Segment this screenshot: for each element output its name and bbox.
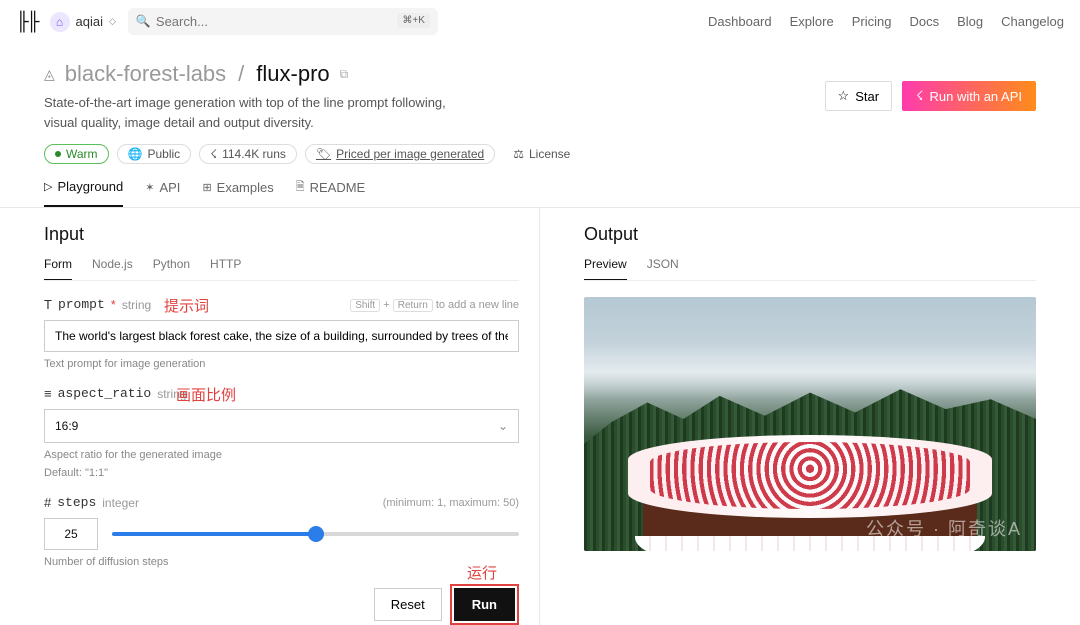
run-with-api-button[interactable]: ☇Run with an API bbox=[902, 81, 1036, 111]
nav-blog[interactable]: Blog bbox=[957, 14, 983, 29]
avatar-icon: ⌂ bbox=[50, 12, 70, 32]
shortcut-hint: ⌘+K bbox=[397, 13, 430, 28]
bolt-icon: ☇ bbox=[210, 147, 217, 161]
model-subtitle: State-of-the-art image generation with t… bbox=[44, 93, 464, 132]
field-prompt: T prompt* string Shift + Return to add a… bbox=[44, 297, 519, 370]
prompt-help: Text prompt for image generation bbox=[44, 358, 519, 370]
nav-explore[interactable]: Explore bbox=[790, 14, 834, 29]
output-tab-preview[interactable]: Preview bbox=[584, 257, 627, 280]
run-button[interactable]: Run bbox=[454, 588, 515, 621]
text-type-icon: T bbox=[44, 297, 52, 312]
tab-examples[interactable]: ⊞Examples bbox=[202, 178, 273, 207]
badge-runs: ☇114.4K runs bbox=[199, 144, 297, 164]
slider-thumb[interactable] bbox=[308, 526, 324, 542]
aspect-help: Aspect ratio for the generated image bbox=[44, 449, 519, 461]
tab-api[interactable]: ✶API bbox=[145, 178, 180, 207]
badge-warm: Warm bbox=[44, 144, 109, 164]
field-name: steps bbox=[57, 495, 96, 510]
output-tabs: Preview JSON bbox=[584, 257, 1036, 281]
output-image[interactable]: 公众号 · 阿奇谈A bbox=[584, 297, 1036, 551]
chevron-down-icon: ◇ bbox=[109, 16, 116, 27]
org-icon: ◬ bbox=[44, 66, 55, 83]
prompt-input[interactable] bbox=[44, 320, 519, 352]
scale-icon: ⚖ bbox=[513, 147, 524, 161]
grid-icon: ⊞ bbox=[202, 181, 211, 194]
badge-license[interactable]: ⚖License bbox=[503, 145, 580, 163]
steps-help: Number of diffusion steps bbox=[44, 556, 519, 568]
model-name: flux-pro bbox=[256, 61, 329, 87]
aspect-ratio-select[interactable]: 16:9 ⌄ bbox=[44, 409, 519, 443]
steps-slider[interactable] bbox=[112, 522, 519, 546]
topbar: ╟╟ ⌂ aqiai ◇ 🔍 ⌘+K Dashboard Explore Pri… bbox=[0, 0, 1080, 43]
code-tab-nodejs[interactable]: Node.js bbox=[92, 257, 133, 280]
field-name: aspect_ratio bbox=[58, 386, 152, 401]
steps-value[interactable]: 25 bbox=[44, 518, 98, 550]
play-icon: ▷ bbox=[44, 180, 52, 193]
number-type-icon: # bbox=[44, 495, 51, 510]
field-type: string bbox=[122, 298, 151, 312]
search-box[interactable]: 🔍 ⌘+K bbox=[128, 8, 438, 35]
badge-pricing[interactable]: 🏷Priced per image generated bbox=[305, 144, 495, 164]
nav-pricing[interactable]: Pricing bbox=[852, 14, 892, 29]
top-nav: Dashboard Explore Pricing Docs Blog Chan… bbox=[708, 14, 1064, 29]
globe-icon: 🌐 bbox=[128, 147, 143, 161]
wand-icon: ✶ bbox=[145, 181, 154, 194]
search-icon: 🔍 bbox=[136, 14, 151, 28]
nav-changelog[interactable]: Changelog bbox=[1001, 14, 1064, 29]
code-tab-http[interactable]: HTTP bbox=[210, 257, 241, 280]
user-menu[interactable]: ⌂ aqiai ◇ bbox=[50, 12, 116, 32]
code-tab-python[interactable]: Python bbox=[153, 257, 190, 280]
input-panel: Input Form Node.js Python HTTP T prompt*… bbox=[0, 208, 540, 625]
site-logo[interactable]: ╟╟ bbox=[16, 11, 38, 32]
newline-hint: Shift + Return to add a new line bbox=[350, 299, 519, 311]
reset-button[interactable]: Reset bbox=[374, 588, 442, 621]
field-type: string bbox=[157, 387, 186, 401]
username: aqiai bbox=[76, 14, 103, 29]
model-header: ◬ black-forest-labs / flux-pro ⧉ State-o… bbox=[0, 43, 1080, 164]
star-icon: ☆ bbox=[838, 88, 850, 104]
chevron-down-icon: ⌄ bbox=[498, 419, 508, 433]
tab-playground[interactable]: ▷Playground bbox=[44, 178, 123, 207]
field-type: integer bbox=[102, 496, 139, 510]
field-name: prompt bbox=[58, 297, 105, 312]
copy-icon[interactable]: ⧉ bbox=[340, 67, 349, 82]
run-highlight-box: Run bbox=[450, 584, 519, 625]
aspect-default: Default: "1:1" bbox=[44, 467, 519, 479]
output-panel: Output Preview JSON 公众号 · 阿奇谈A bbox=[540, 208, 1080, 625]
badge-public: 🌐Public bbox=[117, 144, 192, 164]
doc-icon: 🗎 bbox=[296, 178, 305, 197]
tab-readme[interactable]: 🗎README bbox=[296, 178, 365, 207]
nav-docs[interactable]: Docs bbox=[909, 14, 939, 29]
owner-link[interactable]: black-forest-labs bbox=[65, 61, 226, 87]
watermark: 公众号 · 阿奇谈A bbox=[866, 515, 1022, 541]
select-value: 16:9 bbox=[55, 419, 78, 433]
tag-icon: 🏷 bbox=[316, 147, 331, 161]
code-tab-form[interactable]: Form bbox=[44, 257, 72, 280]
output-tab-json[interactable]: JSON bbox=[647, 257, 679, 280]
field-aspect-ratio: ≡ aspect_ratio string 画面比例 16:9 ⌄ Aspect… bbox=[44, 386, 519, 479]
list-type-icon: ≡ bbox=[44, 386, 52, 401]
star-button[interactable]: ☆Star bbox=[825, 81, 893, 111]
output-heading: Output bbox=[584, 224, 1036, 245]
steps-range-hint: (minimum: 1, maximum: 50) bbox=[383, 497, 519, 509]
search-input[interactable] bbox=[128, 8, 438, 35]
nav-dashboard[interactable]: Dashboard bbox=[708, 14, 772, 29]
input-heading: Input bbox=[44, 224, 519, 245]
field-steps: # steps integer (minimum: 1, maximum: 50… bbox=[44, 495, 519, 568]
input-code-tabs: Form Node.js Python HTTP bbox=[44, 257, 519, 281]
model-subtabs: ▷Playground ✶API ⊞Examples 🗎README bbox=[0, 164, 1080, 208]
bolt-icon: ☇ bbox=[916, 88, 923, 104]
model-title: ◬ black-forest-labs / flux-pro ⧉ bbox=[44, 61, 825, 87]
